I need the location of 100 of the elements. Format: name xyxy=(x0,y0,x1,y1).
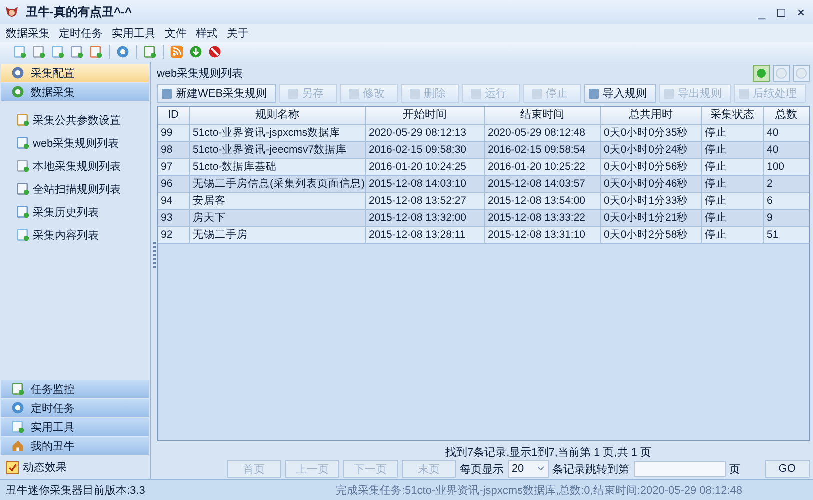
table-cell: 2015-12-08 14:03:57 xyxy=(485,176,601,192)
toolbar-button[interactable] xyxy=(207,44,223,60)
go-button[interactable]: GO xyxy=(764,460,810,478)
sidebar-header[interactable]: 我的丑牛 xyxy=(1,437,149,455)
menu-item[interactable]: 文件 xyxy=(165,26,187,40)
table-cell: 51cto-业界资讯-jeecmsv7数据库 xyxy=(190,142,366,158)
table-cell: 0天0小时0分56秒 xyxy=(601,159,702,175)
page-add-icon xyxy=(51,45,65,59)
table-cell: 97 xyxy=(158,159,190,175)
page-add-icon xyxy=(16,228,30,242)
table-cell: 96 xyxy=(158,176,190,192)
per-page-select[interactable]: 20 xyxy=(508,460,549,478)
table-cell: 停止 xyxy=(702,210,764,226)
table-cell: 2016-01-20 10:25:22 xyxy=(485,159,601,175)
table-cell: 0天0小时0分24秒 xyxy=(601,142,702,158)
table-cell: 2016-01-20 10:24:25 xyxy=(366,159,485,175)
page-unit-label: 页 xyxy=(730,462,741,476)
app-logo-icon xyxy=(4,4,20,20)
home-icon xyxy=(11,439,25,453)
column-header[interactable]: 开始时间 xyxy=(366,107,485,124)
sidebar-header[interactable]: 数据采集 xyxy=(1,83,149,101)
column-header[interactable]: ID xyxy=(158,107,190,124)
table-cell: 2015-12-08 14:03:10 xyxy=(366,176,485,192)
version-text: 丑牛迷你采集器目前版本:3.3 xyxy=(6,484,146,498)
table-cell: 2020-05-29 08:12:13 xyxy=(366,125,485,141)
column-header[interactable]: 总共用时 xyxy=(601,107,702,124)
sidebar-item[interactable]: 采集公共参数设置 xyxy=(16,112,150,128)
column-header[interactable]: 采集状态 xyxy=(702,107,764,124)
table-cell: 0天0小时1分21秒 xyxy=(601,210,702,226)
table-cell: 无锡二手房 xyxy=(190,227,366,243)
round-button[interactable] xyxy=(753,64,770,82)
action-button[interactable]: 新建WEB采集规则 xyxy=(157,84,276,103)
table-cell: 0天0小时0分46秒 xyxy=(601,176,702,192)
sidebar-header[interactable]: 任务监控 xyxy=(1,380,149,398)
table-cell: 2015-12-08 13:31:10 xyxy=(485,227,601,243)
page-add-icon xyxy=(11,420,25,434)
toolbar-button[interactable] xyxy=(12,44,28,60)
table-cell: 94 xyxy=(158,193,190,209)
checkbox[interactable] xyxy=(6,461,19,474)
record-summary: 找到7条记录,显示1到7,当前第 1 页,共 1 页 xyxy=(444,446,652,459)
toolbar-button[interactable] xyxy=(50,44,66,60)
table-cell: 6 xyxy=(764,193,809,209)
table-cell: 房天下 xyxy=(190,210,366,226)
sidebar-item[interactable]: 本地采集规则列表 xyxy=(16,158,150,174)
per-page-label: 每页显示 xyxy=(460,462,504,476)
table-cell: 2016-02-15 09:58:54 xyxy=(485,142,601,158)
table-cell: 2015-12-08 13:33:22 xyxy=(485,210,601,226)
table-cell: 92 xyxy=(158,227,190,243)
column-header[interactable]: 总数 xyxy=(764,107,809,124)
column-header[interactable]: 结束时间 xyxy=(485,107,601,124)
column-header[interactable]: 规则名称 xyxy=(190,107,366,124)
sidebar-header[interactable]: 定时任务 xyxy=(1,399,149,417)
table-cell: 9 xyxy=(764,210,809,226)
table-cell: 100 xyxy=(764,159,809,175)
table-cell: 51cto-数据库基础 xyxy=(190,159,366,175)
page-add-icon xyxy=(13,45,27,59)
table-cell: 2015-12-08 13:54:00 xyxy=(485,193,601,209)
toolbar-button[interactable] xyxy=(188,44,204,60)
window-control-button[interactable]: × xyxy=(793,4,809,20)
sidebar-item[interactable]: 全站扫描规则列表 xyxy=(16,181,150,197)
table-cell: 2020-05-29 08:12:48 xyxy=(485,125,601,141)
table-cell: 停止 xyxy=(702,193,764,209)
sidebar-item[interactable]: 采集历史列表 xyxy=(16,204,150,220)
status-message: 完成采集任务:51cto-业界资讯-jspxcms数据库,总数:0,结束时间:2020-05-29 08:12:48 xyxy=(336,484,743,498)
dropdown-caret-icon xyxy=(536,466,545,472)
table-cell: 40 xyxy=(764,142,809,158)
sidebar-item[interactable]: web采集规则列表 xyxy=(16,135,150,151)
toolbar-button[interactable] xyxy=(169,44,185,60)
table-cell: 40 xyxy=(764,125,809,141)
table-cell: 停止 xyxy=(702,125,764,141)
sidebar-header[interactable]: 实用工具 xyxy=(1,418,149,436)
table-cell: 2015-12-08 13:52:27 xyxy=(366,193,485,209)
page-number-field[interactable] xyxy=(634,461,726,477)
menu-item[interactable]: 数据采集 xyxy=(6,26,50,40)
sidebar-item[interactable]: 采集内容列表 xyxy=(16,227,150,243)
table-cell: 无锡二手房信息(采集列表页面信息) xyxy=(190,176,366,192)
menu-item[interactable]: 样式 xyxy=(196,26,218,40)
table-cell: 98 xyxy=(158,142,190,158)
table-cell: 99 xyxy=(158,125,190,141)
table-cell: 停止 xyxy=(702,142,764,158)
menu-item[interactable]: 定时任务 xyxy=(59,26,103,40)
menu-item[interactable]: 实用工具 xyxy=(112,26,156,40)
sidebar-header[interactable]: 采集配置 xyxy=(1,64,149,82)
rss-icon xyxy=(170,45,184,59)
table-cell: 停止 xyxy=(702,227,764,243)
table-cell: 51 xyxy=(764,227,809,243)
menu-item[interactable]: 关于 xyxy=(227,26,249,40)
table-cell: 安居客 xyxy=(190,193,366,209)
window-control-button[interactable]: _ xyxy=(754,4,770,20)
table-cell: 0天0小时2分58秒 xyxy=(601,227,702,243)
splitter-handle[interactable] xyxy=(153,242,156,268)
breadcrumb-title: web采集规则列表 xyxy=(157,66,244,80)
table-cell: 2016-02-15 09:58:30 xyxy=(366,142,485,158)
window-control-button[interactable]: □ xyxy=(774,4,790,20)
window-title: 丑牛-真的有点丑^-^ xyxy=(26,4,132,20)
table-cell: 2 xyxy=(764,176,809,192)
action-button[interactable]: 导入规则 xyxy=(584,84,656,103)
checkbox-label: 动态效果 xyxy=(23,460,67,475)
table-cell: 2015-12-08 13:32:00 xyxy=(366,210,485,226)
table-cell: 0天0小时0分35秒 xyxy=(601,125,702,141)
